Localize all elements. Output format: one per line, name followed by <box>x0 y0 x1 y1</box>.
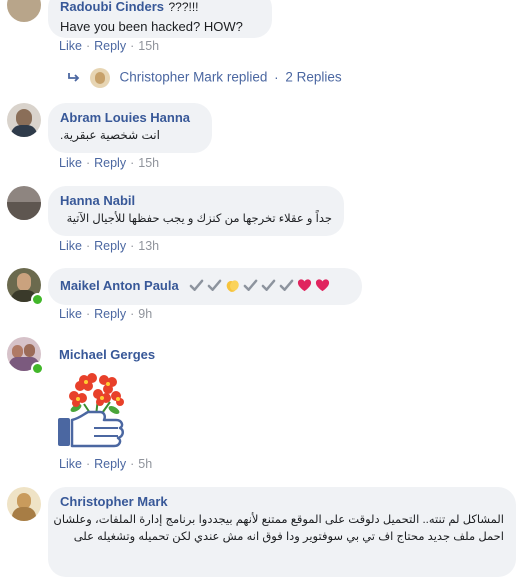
comment-text: جداً و عقلاء تخرجها من كنزك و يجب حفظها … <box>66 213 332 225</box>
comment-author[interactable]: Abram Louies Hanna <box>60 110 200 125</box>
clapping-hands-icon <box>226 280 239 293</box>
like-link[interactable]: Like <box>59 239 82 253</box>
reply-count: 2 Replies <box>285 69 342 85</box>
comment-text-line: المشاكل لم تنته.. التحميل دلوقت على المو… <box>53 514 504 526</box>
reply-link[interactable]: Reply <box>94 239 126 253</box>
reply-link[interactable]: Reply <box>94 39 126 53</box>
comment-author[interactable]: Michael Gerges <box>59 347 155 362</box>
separator-dot: · <box>85 156 91 170</box>
reply-link[interactable]: Reply <box>94 457 126 471</box>
comment-text: انت شخصية عبقرية. <box>60 128 160 142</box>
avatar[interactable] <box>7 103 41 137</box>
separator-dot: · <box>85 307 91 321</box>
comment-actions: Like · Reply · 5h <box>59 457 152 471</box>
comment-bubble: Radoubi Cinders ???!!! Have you been hac… <box>48 0 272 38</box>
comment-bubble: Hanna Nabil جداً و عقلاء تخرجها من كنزك … <box>48 186 344 236</box>
red-heart-icon <box>316 279 330 292</box>
check-mark-icon <box>261 279 276 292</box>
avatar[interactable] <box>7 487 41 521</box>
comment-author[interactable]: Hanna Nabil <box>60 193 332 208</box>
separator-dot: · <box>130 39 135 53</box>
online-status-icon <box>31 362 44 375</box>
reply-link[interactable]: Reply <box>94 307 126 321</box>
separator-dot: · <box>130 239 135 253</box>
comment-actions: Like · Reply · 13h <box>59 239 159 253</box>
separator-dot: · <box>130 457 135 471</box>
comment-time[interactable]: 9h <box>138 307 152 321</box>
comment-bubble: Maikel Anton Paula <box>48 268 362 305</box>
separator-dot: · <box>85 39 91 53</box>
comment-author[interactable]: Maikel Anton Paula <box>60 278 179 293</box>
like-link[interactable]: Like <box>59 307 82 321</box>
comment-time[interactable]: 5h <box>138 457 152 471</box>
separator-dot: · <box>85 239 91 253</box>
check-mark-icon <box>279 279 294 292</box>
like-link[interactable]: Like <box>59 39 82 53</box>
avatar[interactable] <box>7 0 41 22</box>
online-status-icon <box>31 293 44 306</box>
comment-author[interactable]: Christopher Mark <box>60 494 504 509</box>
reply-avatar <box>89 68 110 88</box>
separator-dot: · <box>274 69 279 85</box>
avatar[interactable] <box>7 186 41 220</box>
check-mark-icon <box>243 279 258 292</box>
red-heart-icon <box>298 279 312 292</box>
comment-actions: Like · Reply · 15h <box>59 39 159 53</box>
comment-text: Have you been hacked? HOW? <box>60 19 243 34</box>
comment-bubble: Christopher Mark المشاكل لم تنته.. التحم… <box>48 487 516 577</box>
check-mark-icon <box>189 279 204 292</box>
thumbs-up-flowers-sticker[interactable] <box>54 368 134 450</box>
like-link[interactable]: Like <box>59 156 82 170</box>
reply-arrow-icon <box>68 73 80 82</box>
check-mark-icon <box>207 279 222 292</box>
replier-name: Christopher Mark <box>119 69 224 85</box>
like-link[interactable]: Like <box>59 457 82 471</box>
comment-actions: Like · Reply · 15h <box>59 156 159 170</box>
comment-time[interactable]: 15h <box>138 156 159 170</box>
emoji-list <box>189 278 330 293</box>
comment-time[interactable]: 13h <box>138 239 159 253</box>
replies-link[interactable]: Christopher Mark replied · 2 Replies <box>67 68 342 88</box>
separator-dot: · <box>130 307 135 321</box>
comment-bubble: Abram Louies Hanna انت شخصية عبقرية. <box>48 103 212 153</box>
separator-dot: · <box>85 457 91 471</box>
comment-text-line: احمل ملف جديد محتاج اف تي بي سوفتوير ودا… <box>73 531 504 543</box>
author-suffix: ???!!! <box>168 0 199 14</box>
separator-dot: · <box>130 156 135 170</box>
comment-time[interactable]: 15h <box>138 39 159 53</box>
replied-verb: replied <box>226 69 268 85</box>
reply-link[interactable]: Reply <box>94 156 126 170</box>
comment-author[interactable]: Radoubi Cinders <box>60 0 164 14</box>
comment-actions: Like · Reply · 9h <box>59 307 152 321</box>
